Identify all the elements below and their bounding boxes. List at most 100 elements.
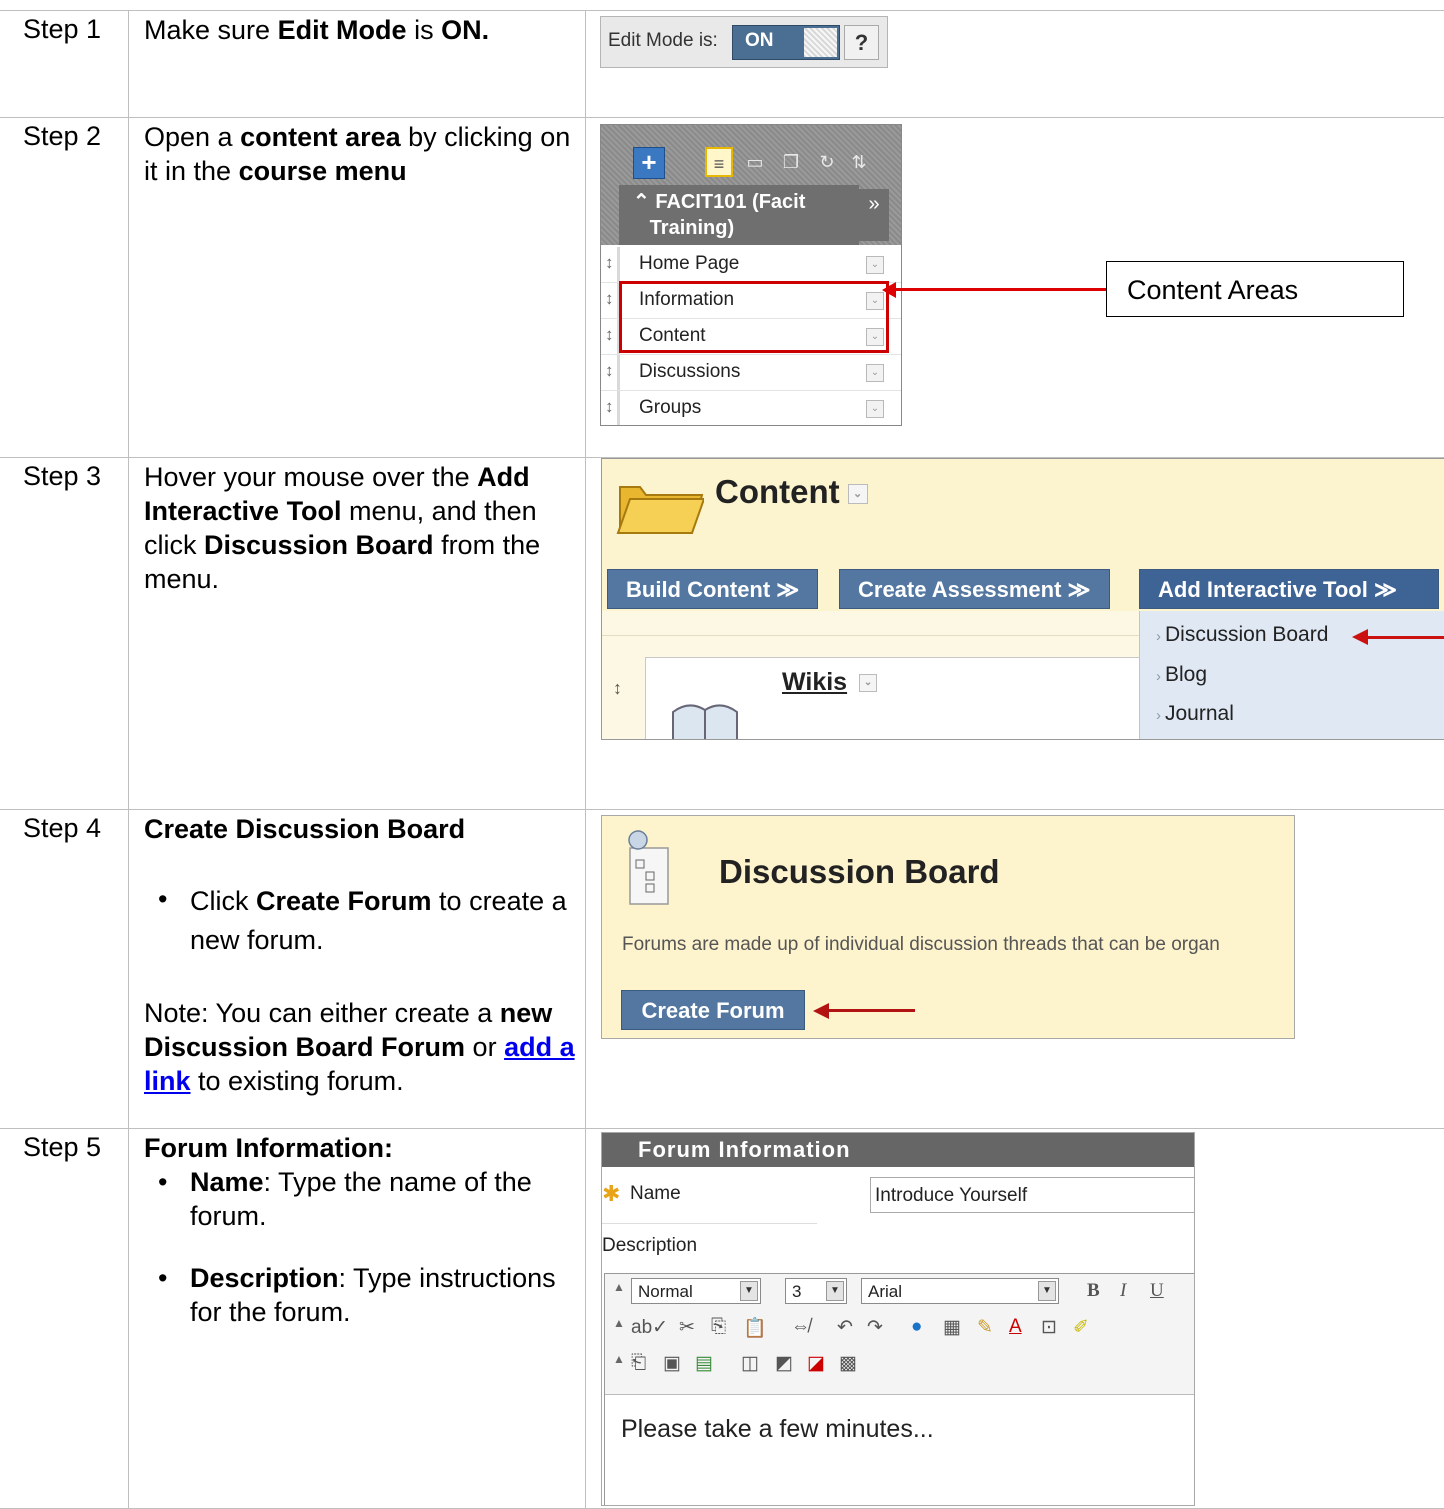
collapse-icon[interactable]: ▲ (613, 1280, 625, 1294)
toggle-knob (804, 28, 837, 57)
arrow-head-icon (882, 282, 896, 298)
font-select[interactable]: Arial ▼ (861, 1278, 1059, 1304)
step-heading: Create Discussion Board (144, 814, 466, 844)
add-interactive-tool-button[interactable]: Add Interactive Tool ≫ (1139, 569, 1439, 609)
chevron-down-icon[interactable]: ⌄ (847, 484, 868, 505)
edit-mode-label: Edit Mode is: (608, 30, 718, 51)
highlight-icon[interactable]: ✐ (1073, 1316, 1089, 1339)
drag-handle-icon[interactable]: ↕ (613, 678, 622, 699)
step-heading: Forum Information: (144, 1133, 393, 1163)
unlink-icon[interactable]: ⇎ (791, 1316, 810, 1338)
underline-icon[interactable]: U (1150, 1280, 1164, 1302)
description-editor: ▲ Normal▼ 3▼ Arial▼ B I U ▲ ab✓ ✂ ⎘ 📋 (604, 1273, 1194, 1505)
bold-icon[interactable]: B (1087, 1280, 1100, 1302)
interactive-tool-menu: › Discussion Board › Blog › Journal (1139, 611, 1444, 739)
content-areas-highlight (619, 281, 889, 353)
menu-item-home-page[interactable]: ↕ Home Page ⌄ (601, 247, 901, 283)
create-forum-button[interactable]: Create Forum (621, 990, 805, 1030)
chevron-down-icon[interactable]: ⌄ (866, 256, 884, 274)
menu-item-blog[interactable]: › Blog (1156, 663, 1207, 687)
menu-item-groups[interactable]: ↕ Groups ⌄ (601, 391, 901, 425)
step-row-4: Step 4 Create Discussion Board • Click C… (0, 809, 1444, 1129)
add-menu-item-button[interactable]: + (633, 147, 665, 179)
globe-icon[interactable]: ● (911, 1316, 922, 1338)
menu-item-label: Discussions (639, 361, 741, 382)
drag-handle-icon[interactable]: ↕ (605, 289, 614, 309)
format-select[interactable]: Normal ▼ (631, 1278, 761, 1304)
attach-file-icon[interactable]: ▤ (695, 1352, 713, 1375)
pointer-arrow (827, 1009, 915, 1012)
menu-item-discussions[interactable]: ↕ Discussions ⌄ (601, 355, 901, 391)
insert-icon[interactable]: ⊡ (1041, 1316, 1057, 1339)
drag-handle-icon[interactable]: ↕ (605, 361, 614, 381)
content-title: Content ⌄ (715, 473, 868, 511)
text-color-icon[interactable]: A (1009, 1316, 1022, 1338)
chevron-down-icon[interactable]: ⌄ (859, 674, 878, 693)
expand-icon[interactable]: » (859, 189, 889, 241)
drag-handle-icon[interactable]: ↕ (605, 397, 614, 417)
refresh-icon[interactable]: ↻ (813, 147, 841, 177)
wikis-link[interactable]: Wikis ⌄ (782, 668, 878, 697)
content-area-screenshot: Content ⌄ Build Content ≫ Create Assessme… (601, 458, 1444, 740)
pointer-arrow (1364, 636, 1444, 639)
bullet-item: • Description: Type instructions for the… (144, 1261, 577, 1329)
discussion-board-description: Forums are made up of individual discuss… (622, 934, 1220, 955)
steps-table: Step 1 Make sure Edit Mode is ON. Edit M… (0, 10, 1444, 1509)
drag-handle-icon[interactable]: ↕ (605, 253, 614, 273)
step-row-5: Step 5 Forum Information: • Name: Type t… (0, 1128, 1444, 1509)
folder-view-icon[interactable]: ▭ (741, 147, 769, 177)
divider (602, 1223, 817, 1224)
menu-item-label: Groups (639, 397, 702, 418)
arrow-head-icon (1352, 629, 1368, 645)
step-label: Step 1 (23, 14, 102, 44)
edit-mode-screenshot: Edit Mode is: ON ? (600, 16, 888, 68)
book-icon (672, 704, 738, 739)
edit-mode-toggle[interactable]: ON (732, 25, 840, 60)
step-row-2: Step 2 Open a content area by clicking o… (0, 117, 1444, 458)
editor-toolbar-row: ▲ ab✓ ✂ ⎘ 📋 ⇎ ↶ ↷ ● ▦ ✎ A ⊡ ✐ (605, 1310, 1194, 1346)
step-instructions: Forum Information: • Name: Type the name… (129, 1129, 585, 1329)
window-view-icon[interactable]: ❐ (777, 147, 805, 177)
menu-item-label: Home Page (639, 253, 740, 274)
create-assessment-button[interactable]: Create Assessment ≫ (839, 569, 1110, 609)
paste-text-icon[interactable]: ⎗ (631, 1352, 646, 1374)
step-instructions: Open a content area by clicking on it in… (144, 122, 571, 186)
callout-arrow (886, 288, 1106, 291)
list-view-icon[interactable]: ≡ (705, 147, 733, 177)
bullet-item: • Name: Type the name of the forum. (144, 1165, 577, 1233)
copy-icon[interactable]: ⎘ (711, 1316, 726, 1338)
image-icon[interactable]: ▣ (663, 1352, 681, 1375)
italic-icon[interactable]: I (1120, 1280, 1126, 1302)
pencil-icon[interactable]: ✎ (977, 1316, 993, 1339)
mashup-icon[interactable]: ▩ (839, 1352, 857, 1375)
collapse-icon[interactable]: ▲ (613, 1316, 625, 1330)
menu-item-journal[interactable]: › Journal (1156, 702, 1234, 726)
redo-icon[interactable]: ↷ (867, 1316, 883, 1339)
forum-name-input[interactable]: Introduce Yourself (870, 1177, 1194, 1213)
table-icon[interactable]: ▦ (943, 1316, 961, 1339)
undo-icon[interactable]: ↶ (837, 1316, 853, 1339)
pdf-icon[interactable]: ◪ (807, 1352, 825, 1375)
chevron-down-icon[interactable]: ⌄ (866, 400, 884, 418)
chevron-down-icon[interactable]: ⌄ (866, 364, 884, 382)
preview-icon[interactable]: ◫ (741, 1352, 759, 1375)
menu-item-discussion-board[interactable]: › Discussion Board (1156, 623, 1328, 647)
collapse-icon[interactable]: ▲ (613, 1352, 625, 1366)
folder-icon (616, 486, 704, 534)
step-label: Step 5 (23, 1132, 102, 1162)
description-textarea[interactable]: Please take a few minutes... (605, 1394, 1194, 1505)
forum-information-header: Forum Information (602, 1133, 1194, 1167)
course-title-bar[interactable]: ⌃ FACIT101 (Facit Training) » (619, 185, 889, 245)
reorder-icon[interactable]: ⇅ (845, 147, 873, 177)
drag-handle-icon[interactable]: ↕ (605, 325, 614, 345)
build-content-button[interactable]: Build Content ≫ (607, 569, 819, 609)
media-icon[interactable]: ◩ (775, 1352, 793, 1375)
paste-icon[interactable]: 📋 (743, 1316, 767, 1340)
step-label: Step 2 (23, 121, 102, 151)
course-menu-screenshot: + ≡ ▭ ❐ ↻ ⇅ ⌃ FACIT101 (Facit Training) … (600, 124, 902, 426)
help-button[interactable]: ? (844, 25, 879, 60)
cut-icon[interactable]: ✂ (679, 1316, 695, 1339)
size-select[interactable]: 3 ▼ (785, 1278, 847, 1304)
edit-mode-on-label: ON (745, 30, 774, 51)
spellcheck-icon[interactable]: ab✓ (631, 1316, 668, 1339)
